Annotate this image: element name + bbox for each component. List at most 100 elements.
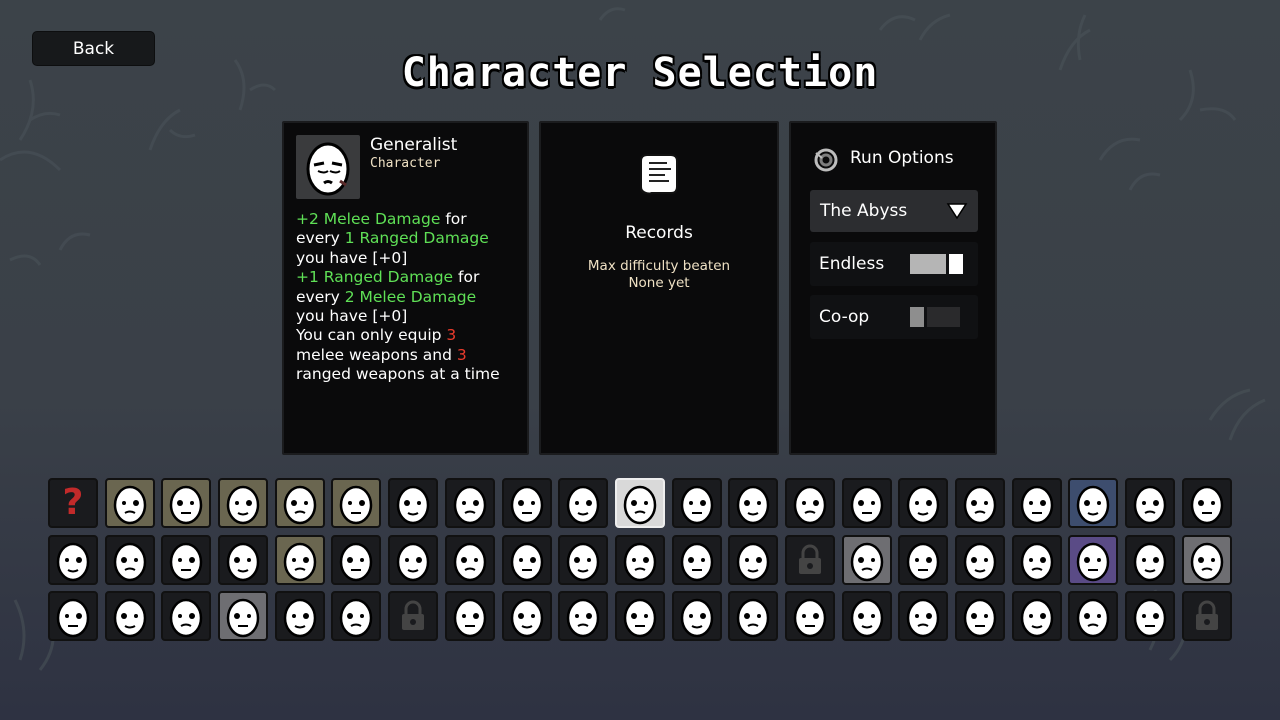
character-slot[interactable] (331, 478, 382, 528)
egg-character-icon (56, 542, 90, 581)
locked-character-slot[interactable] (784, 534, 835, 585)
character-slot[interactable] (218, 534, 269, 585)
character-slot[interactable] (104, 534, 155, 585)
character-slot[interactable] (274, 478, 325, 528)
egg-character-icon (453, 598, 487, 638)
zone-dropdown[interactable]: The Abyss (810, 190, 978, 232)
egg-character-icon (396, 485, 430, 525)
character-slot[interactable] (444, 478, 495, 528)
lock-icon (402, 600, 425, 630)
egg-character-icon (226, 542, 260, 581)
character-slot[interactable] (331, 534, 382, 585)
character-slot[interactable] (48, 591, 98, 641)
character-slot[interactable] (1011, 591, 1062, 641)
character-slot[interactable] (161, 534, 212, 585)
character-slot[interactable] (1125, 591, 1176, 641)
endless-label: Endless (819, 254, 885, 274)
egg-character-icon (170, 598, 203, 638)
egg-character-icon (737, 598, 770, 638)
egg-character-icon (907, 542, 940, 581)
locked-character-slot[interactable] (1181, 591, 1232, 641)
character-slot[interactable] (614, 478, 665, 528)
description-segment: for (453, 268, 480, 287)
description-segment: +1 Ranged Damage (296, 268, 454, 287)
character-slot[interactable] (614, 591, 665, 641)
character-slot[interactable] (671, 478, 722, 528)
description-segment: You can only equip (296, 326, 447, 345)
egg-character-icon (907, 485, 940, 525)
egg-character-icon (340, 598, 373, 638)
character-slot[interactable] (728, 591, 779, 641)
character-slot[interactable] (614, 534, 665, 585)
character-slot[interactable] (841, 478, 892, 528)
character-slot[interactable] (1181, 478, 1232, 528)
egg-character-icon (850, 542, 883, 581)
endless-toggle[interactable] (910, 254, 963, 274)
character-slot[interactable] (784, 591, 835, 641)
run-options-title: Run Options (850, 148, 954, 168)
character-slot[interactable] (331, 591, 382, 641)
character-slot[interactable] (388, 478, 439, 528)
character-slot[interactable] (501, 478, 552, 528)
character-slot[interactable] (104, 591, 155, 641)
random-character-slot[interactable]: ? (48, 478, 98, 528)
description-segment: 2 Melee Damage (344, 287, 477, 306)
egg-character-icon (1133, 542, 1167, 581)
character-slot[interactable] (1125, 478, 1176, 528)
egg-character-icon (1020, 598, 1053, 638)
coop-toggle[interactable] (910, 307, 960, 327)
lock-icon (1195, 600, 1218, 630)
character-slot[interactable] (1068, 534, 1119, 585)
character-slot[interactable] (388, 534, 439, 585)
egg-character-icon (680, 485, 713, 525)
egg-character-icon (680, 598, 713, 638)
character-slot[interactable] (218, 591, 269, 641)
character-slot[interactable] (728, 534, 779, 585)
character-slot[interactable] (161, 478, 212, 528)
character-slot[interactable] (898, 591, 949, 641)
description-line: every 2 Melee Damage (296, 288, 526, 307)
character-slot[interactable] (501, 591, 552, 641)
run-options-panel: Run Options The Abyss Endless Co-op (789, 121, 997, 455)
character-slot[interactable] (1125, 534, 1176, 585)
character-slot[interactable] (1181, 534, 1232, 585)
character-slot[interactable] (161, 591, 212, 641)
random-question-icon: ? (62, 482, 84, 523)
character-slot[interactable] (48, 534, 98, 585)
character-slot[interactable] (274, 591, 325, 641)
character-slot[interactable] (104, 478, 155, 528)
records-panel: Records Max difficulty beaten None yet (539, 121, 779, 455)
character-slot[interactable] (558, 534, 609, 585)
character-slot[interactable] (1011, 478, 1062, 528)
description-segment: +2 Melee Damage (296, 210, 441, 228)
egg-character-icon (793, 485, 827, 525)
character-slot[interactable] (1011, 534, 1062, 585)
character-slot[interactable] (218, 478, 269, 528)
locked-character-slot[interactable] (388, 591, 439, 641)
character-slot[interactable] (898, 534, 949, 585)
character-slot[interactable] (955, 591, 1005, 641)
character-slot[interactable] (501, 534, 552, 585)
character-slot[interactable] (444, 534, 495, 585)
character-slot[interactable] (898, 478, 949, 528)
character-slot[interactable] (841, 534, 892, 585)
character-slot[interactable] (1068, 478, 1119, 528)
character-slot[interactable] (1068, 591, 1119, 641)
character-slot[interactable] (558, 591, 609, 641)
character-slot[interactable] (671, 591, 722, 641)
character-slot[interactable] (955, 478, 1005, 528)
character-slot[interactable] (728, 478, 779, 528)
character-slot[interactable] (841, 591, 892, 641)
character-slot[interactable] (558, 478, 609, 528)
character-slot[interactable] (955, 534, 1005, 585)
character-slot[interactable] (274, 534, 325, 585)
character-slot[interactable] (671, 534, 722, 585)
egg-character-icon (283, 542, 316, 581)
egg-character-icon (283, 598, 316, 638)
character-slot[interactable] (444, 591, 495, 641)
egg-character-icon (113, 542, 146, 581)
character-slot[interactable] (784, 478, 835, 528)
description-line: melee weapons and 3 (296, 346, 526, 365)
egg-character-icon (850, 598, 883, 638)
egg-character-icon (566, 598, 600, 638)
